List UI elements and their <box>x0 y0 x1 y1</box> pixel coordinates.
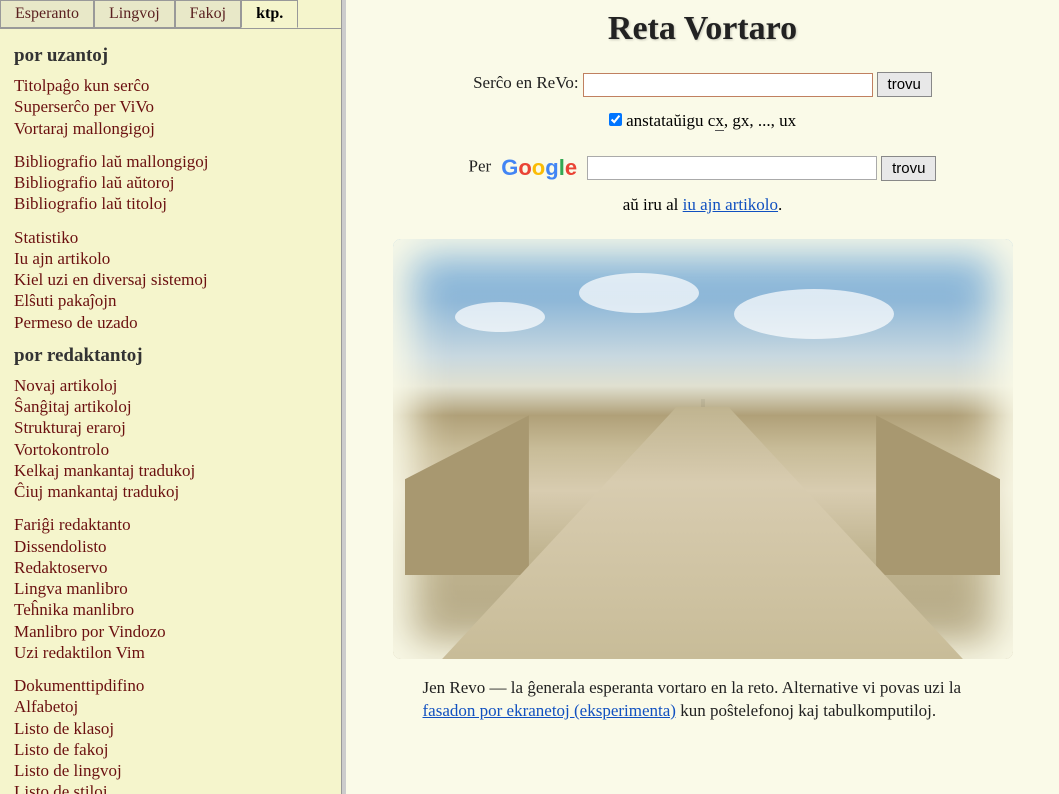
nav-link[interactable]: Ĉiuj mankantaj tradukoj <box>14 481 327 502</box>
nav-link[interactable]: Uzi redaktilon Vim <box>14 642 327 663</box>
nav-link[interactable]: Listo de lingvoj <box>14 760 327 781</box>
search-button[interactable]: trovu <box>877 72 932 97</box>
tab-bar: EsperantoLingvojFakojktp. <box>0 0 341 29</box>
google-logo-icon: Google <box>501 155 577 180</box>
nav-link[interactable]: Lingva manlibro <box>14 578 327 599</box>
per-label: Per <box>469 157 492 176</box>
main-content: Reta Vortaro Serĉo en ReVo: trovu anstat… <box>342 0 1059 794</box>
users-heading: por uzantoj <box>14 45 327 67</box>
editors-group-1: Fariĝi redaktantoDissendolistoRedaktoser… <box>14 514 327 663</box>
or-suffix: . <box>778 195 782 214</box>
nav-link[interactable]: Listo de fakoj <box>14 739 327 760</box>
desc-suffix: kun poŝtelefonoj kaj tabulkomputiloj. <box>676 701 936 720</box>
nav-link[interactable]: Fariĝi redaktanto <box>14 514 327 535</box>
editors-group-2: DokumenttipdifinoAlfabetojListo de klaso… <box>14 675 327 794</box>
google-search-row: Per Google trovu <box>376 155 1029 181</box>
substitute-underline: x <box>715 111 724 131</box>
users-section: por uzantoj Titolpaĝo kun serĉoSuperserĉ… <box>14 45 327 333</box>
editors-section: por redaktantoj Novaj artikolojŜanĝitaj … <box>14 345 327 794</box>
users-group-2: StatistikoIu ajn artikoloKiel uzi en div… <box>14 227 327 333</box>
nav-content: por uzantoj Titolpaĝo kun serĉoSuperserĉ… <box>0 29 341 794</box>
sidebar: EsperantoLingvojFakojktp. por uzantoj Ti… <box>0 0 342 794</box>
nav-link[interactable]: Teĥnika manlibro <box>14 599 327 620</box>
substitute-row: anstataŭigu cx, gx, ..., ux <box>376 111 1029 131</box>
users-group-1: Bibliografio laŭ mallongigojBibliografio… <box>14 151 327 215</box>
nav-link[interactable]: Titolpaĝo kun serĉo <box>14 75 327 96</box>
editors-group-0: Novaj artikolojŜanĝitaj artikolojStruktu… <box>14 375 327 503</box>
hero-image <box>393 239 1013 659</box>
google-search-input[interactable] <box>587 156 877 180</box>
google-search-button[interactable]: trovu <box>881 156 936 181</box>
mobile-facade-link[interactable]: fasadon por ekranetoj (eksperimenta) <box>423 701 676 720</box>
substitute-checkbox[interactable] <box>609 113 622 126</box>
nav-link[interactable]: Ŝanĝitaj artikoloj <box>14 396 327 417</box>
or-go-to-row: aŭ iru al iu ajn artikolo. <box>376 195 1029 215</box>
substitute-label-suffix: , gx, ..., ux <box>724 111 796 130</box>
nav-link[interactable]: Dissendolisto <box>14 536 327 557</box>
editors-heading: por redaktantoj <box>14 345 327 367</box>
nav-link[interactable]: Vortaraj mallongigoj <box>14 118 327 139</box>
nav-link[interactable]: Dokumenttipdifino <box>14 675 327 696</box>
nav-link[interactable]: Kelkaj mankantaj tradukoj <box>14 460 327 481</box>
substitute-label-prefix: anstataŭigu c <box>626 111 715 130</box>
nav-link[interactable]: Elŝuti pakaĵojn <box>14 290 327 311</box>
page-title: Reta Vortaro <box>376 10 1029 48</box>
users-group-0: Titolpaĝo kun serĉoSuperserĉo per ViVoVo… <box>14 75 327 139</box>
search-input[interactable] <box>583 73 873 97</box>
tab-ktp[interactable]: ktp. <box>241 0 298 28</box>
nav-link[interactable]: Permeso de uzado <box>14 312 327 333</box>
nav-link[interactable]: Vortokontrolo <box>14 439 327 460</box>
nav-link[interactable]: Superserĉo per ViVo <box>14 96 327 117</box>
nav-link[interactable]: Bibliografio laŭ mallongigoj <box>14 151 327 172</box>
tab-esperanto[interactable]: Esperanto <box>0 0 94 28</box>
search-label: Serĉo en ReVo: <box>473 73 578 92</box>
nav-link[interactable]: Statistiko <box>14 227 327 248</box>
tab-fakoj[interactable]: Fakoj <box>175 0 241 28</box>
nav-link[interactable]: Listo de klasoj <box>14 718 327 739</box>
description: Jen Revo — la ĝenerala esperanta vortaro… <box>423 677 983 723</box>
revo-search-row: Serĉo en ReVo: trovu <box>376 72 1029 97</box>
tab-lingvoj[interactable]: Lingvoj <box>94 0 175 28</box>
nav-link[interactable]: Alfabetoj <box>14 696 327 717</box>
nav-link[interactable]: Redaktoservo <box>14 557 327 578</box>
nav-link[interactable]: Kiel uzi en diversaj sistemoj <box>14 269 327 290</box>
or-prefix: aŭ iru al <box>623 195 683 214</box>
desc-prefix: Jen Revo — la ĝenerala esperanta vortaro… <box>423 678 962 697</box>
nav-link[interactable]: Iu ajn artikolo <box>14 248 327 269</box>
random-article-link[interactable]: iu ajn artikolo <box>683 195 778 214</box>
nav-link[interactable]: Manlibro por Vindozo <box>14 621 327 642</box>
nav-link[interactable]: Listo de stiloj <box>14 781 327 794</box>
nav-link[interactable]: Novaj artikoloj <box>14 375 327 396</box>
nav-link[interactable]: Bibliografio laŭ aŭtoroj <box>14 172 327 193</box>
nav-link[interactable]: Strukturaj eraroj <box>14 417 327 438</box>
nav-link[interactable]: Bibliografio laŭ titoloj <box>14 193 327 214</box>
